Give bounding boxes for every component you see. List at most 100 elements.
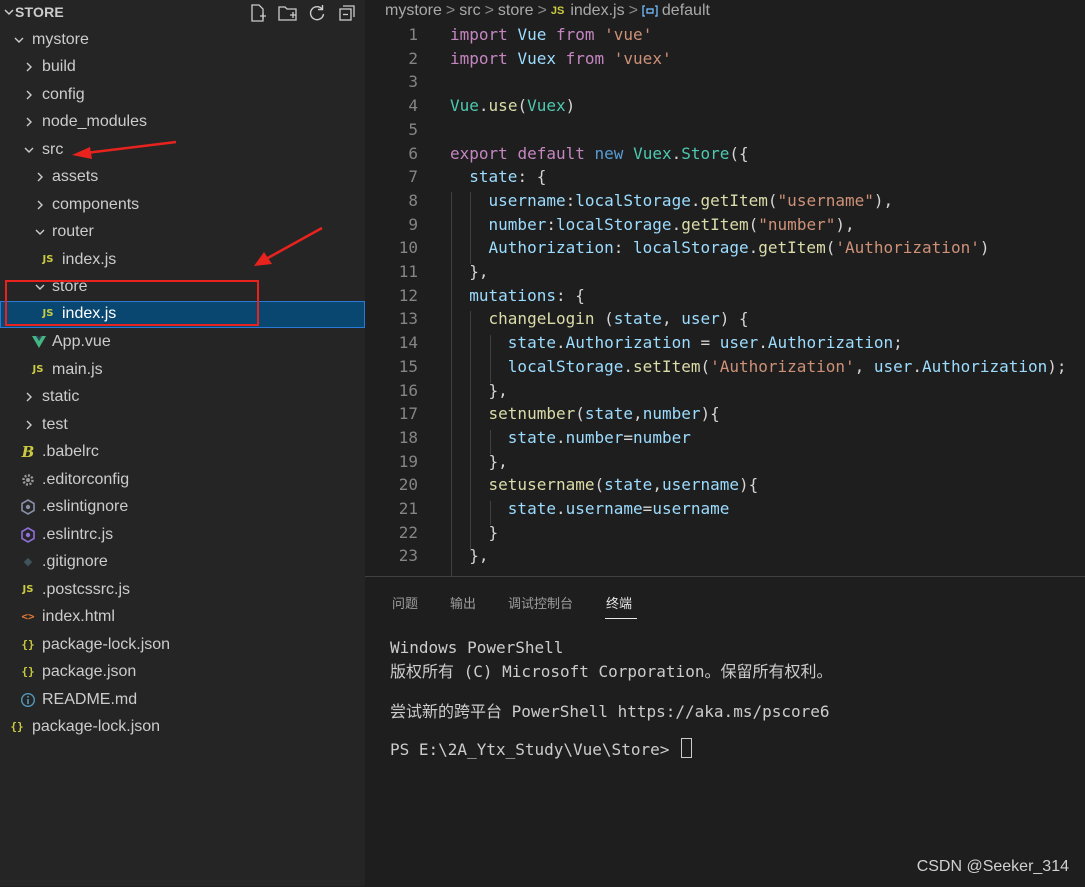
json-file-icon: {} (21, 665, 35, 678)
tab-debug-console[interactable]: 调试控制台 (508, 593, 573, 612)
tree-folder-assets[interactable]: assets (0, 164, 365, 191)
code-line[interactable]: 9 number:localStorage.getItem("number"), (365, 214, 1085, 238)
code-line[interactable]: 2 import Vuex from 'vuex' (365, 48, 1085, 72)
code-line[interactable]: 22 } (365, 522, 1085, 546)
chevron-down-icon (13, 34, 25, 46)
explorer-sidebar: STORE mystore build config node_modules … (0, 0, 365, 886)
tree-file-package-lock-json[interactable]: {} package-lock.json (0, 632, 365, 659)
code-line[interactable]: 21 state.username=username (365, 498, 1085, 522)
code-text: number:localStorage.getItem("number"), (450, 215, 855, 234)
code-token: state (469, 167, 518, 187)
code-line[interactable]: 7 state: { (365, 166, 1085, 190)
breadcrumb-item[interactable]: mystore (385, 2, 442, 19)
line-number: 4 (408, 96, 418, 116)
code-line[interactable]: 19 }, (365, 451, 1085, 475)
code-text: import Vue from 'vue' (450, 25, 652, 44)
tree-file-eslintrc-js[interactable]: .eslintrc.js (0, 522, 365, 549)
tree-folder-components[interactable]: components (0, 192, 365, 219)
js-file-icon: JS (42, 308, 54, 319)
code-token: default (517, 143, 585, 163)
code-line[interactable]: 15 localStorage.setItem('Authorization',… (365, 356, 1085, 380)
code-text: export default new Vuex.Store({ (450, 144, 749, 163)
code-editor[interactable]: 1 import Vue from 'vue' 2 import Vuex from … (365, 24, 1085, 576)
tree-folder-node-modules[interactable]: node_modules (0, 109, 365, 136)
code-line[interactable]: 17 setnumber(state,number){ (365, 403, 1085, 427)
tree-label: assets (52, 168, 99, 185)
code-token: user (719, 333, 759, 353)
tree-folder-test[interactable]: test (0, 412, 365, 439)
tree-file-root-package-lock-json[interactable]: {} package-lock.json (0, 714, 365, 741)
tree-file-editorconfig[interactable]: .editorconfig (0, 467, 365, 494)
code-token: ( (575, 404, 585, 424)
breadcrumb-item[interactable]: src (459, 2, 480, 19)
js-file-icon: JS (42, 254, 54, 265)
collapse-all-icon[interactable] (337, 3, 357, 23)
code-line[interactable]: 6 export default new Vuex.Store({ (365, 143, 1085, 167)
tree-file-eslintignore[interactable]: .eslintignore (0, 494, 365, 521)
chevron-right-icon (23, 419, 35, 431)
tree-file-package-json[interactable]: {} package.json (0, 659, 365, 686)
chevron-down-icon (23, 144, 35, 156)
tree-folder-mystore[interactable]: mystore (0, 27, 365, 54)
line-number: 13 (398, 309, 418, 329)
eslint-icon (20, 527, 36, 543)
tree-file-router-index-js[interactable]: JS index.js (0, 247, 365, 274)
code-token: 'vuex' (613, 48, 672, 68)
tree-folder-config[interactable]: config (0, 82, 365, 109)
tree-file-babelrc[interactable]: B .babelrc (0, 439, 365, 466)
code-line[interactable]: 1 import Vue from 'vue' (365, 24, 1085, 48)
breadcrumb-item[interactable]: index.js (570, 2, 624, 19)
code-line[interactable]: 13 changeLogin (state, user) { (365, 308, 1085, 332)
tab-terminal[interactable]: 终端 (606, 593, 632, 612)
tree-folder-router[interactable]: router (0, 219, 365, 246)
breadcrumb-item[interactable]: store (498, 2, 534, 19)
tab-problems[interactable]: 问题 (392, 593, 418, 612)
code-line[interactable]: 18 state.number=number (365, 427, 1085, 451)
tree-label: .postcssrc.js (42, 581, 131, 598)
tree-file-store-index-js[interactable]: JS index.js (0, 301, 365, 328)
code-line[interactable]: 4 Vue.use(Vuex) (365, 95, 1085, 119)
tree-folder-static[interactable]: static (0, 384, 365, 411)
code-token: Store (681, 143, 730, 163)
terminal-line: Windows PowerShell (390, 638, 564, 657)
code-line[interactable]: 5 (365, 119, 1085, 143)
explorer-header[interactable]: STORE (0, 0, 365, 26)
code-token: ); (1047, 356, 1067, 376)
new-folder-icon[interactable] (277, 3, 297, 23)
tree-file-gitignore[interactable]: ◆ .gitignore (0, 549, 365, 576)
code-token: Vuex (633, 143, 672, 163)
breadcrumb: mystore > src > store > JS index.js > default (385, 2, 710, 24)
chevron-down-icon[interactable] (3, 4, 15, 22)
tree-file-postcssrc-js[interactable]: JS .postcssrc.js (0, 577, 365, 604)
code-token: }, (450, 262, 489, 281)
code-line[interactable]: 12 mutations: { (365, 285, 1085, 309)
tree-file-app-vue[interactable]: App.vue (0, 329, 365, 356)
tab-output[interactable]: 输出 (450, 593, 476, 612)
tree-file-readme-md[interactable]: README.md (0, 687, 365, 714)
line-number: 1 (408, 25, 418, 44)
refresh-icon[interactable] (307, 3, 327, 23)
code-line[interactable]: 8 username:localStorage.getItem("usernam… (365, 190, 1085, 214)
line-number: 16 (398, 380, 418, 400)
code-token: username (488, 190, 566, 210)
code-token: username (652, 499, 730, 518)
tree-file-index-html[interactable]: <> index.html (0, 604, 365, 631)
chevron-right-icon (23, 391, 35, 403)
code-line[interactable]: 10 Authorization: localStorage.getItem('… (365, 237, 1085, 261)
tree-folder-store[interactable]: store (0, 274, 365, 301)
code-line[interactable]: 3 (365, 71, 1085, 95)
tree-file-main-js[interactable]: JS main.js (0, 357, 365, 384)
code-token: = (642, 499, 653, 518)
code-line[interactable]: 16 }, (365, 380, 1085, 404)
tree-folder-build[interactable]: build (0, 54, 365, 81)
code-line[interactable]: 11 }, (365, 261, 1085, 285)
tree-folder-src[interactable]: src (0, 137, 365, 164)
terminal-prompt-line[interactable]: PS E:\2A_Ytx_Study\Vue\Store> (390, 738, 692, 759)
code-line[interactable]: 23 }, (365, 545, 1085, 569)
code-line[interactable]: 14 state.Authorization = user.Authorizat… (365, 332, 1085, 356)
breadcrumb-item[interactable]: default (662, 2, 710, 19)
code-line[interactable]: 20 setusername(state,username){ (365, 474, 1085, 498)
new-file-icon[interactable] (248, 3, 268, 23)
